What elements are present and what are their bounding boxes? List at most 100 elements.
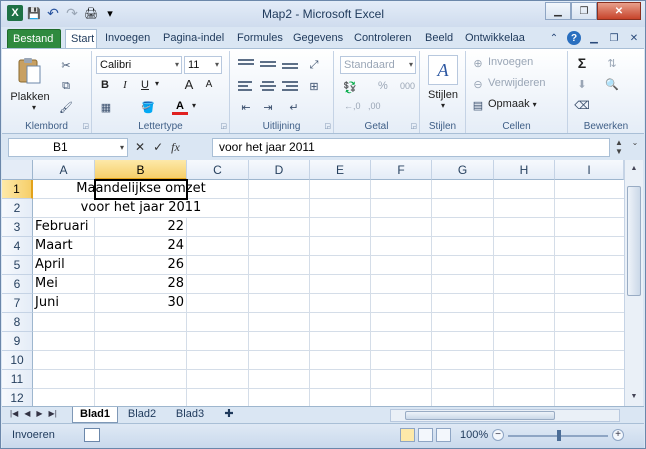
next-sheet-icon[interactable]: ▶ <box>36 409 42 418</box>
sheet-tab-blad3[interactable]: Blad3 <box>168 407 212 423</box>
cell-a6[interactable]: Mei <box>33 275 94 293</box>
cell-b3[interactable]: 22 <box>95 218 186 236</box>
currency-icon[interactable]: 💱 <box>342 79 358 95</box>
fill-icon[interactable]: ⬇ <box>574 76 590 92</box>
close-button[interactable]: ✕ <box>597 2 641 20</box>
column-header-a[interactable]: A <box>33 160 95 180</box>
cell-a4[interactable]: Maart <box>33 237 94 255</box>
font-color-dropdown-icon[interactable]: ▾ <box>190 101 198 110</box>
confirm-entry-icon[interactable]: ✓ <box>153 140 163 155</box>
column-header-f[interactable]: F <box>371 160 432 180</box>
clear-icon[interactable]: ⌫ <box>574 97 590 113</box>
decrease-indent-icon[interactable]: ⇤ <box>238 99 254 115</box>
horizontal-scrollbar[interactable] <box>390 409 620 422</box>
column-header-h[interactable]: H <box>494 160 555 180</box>
restore-button[interactable]: ❐ <box>571 2 597 20</box>
insert-sheet-icon[interactable]: ✚ <box>216 407 242 423</box>
help-icon[interactable]: ? <box>567 31 581 45</box>
minimize-ribbon-icon[interactable]: ⌃ <box>547 31 561 45</box>
row-header-5[interactable]: 5 <box>2 256 33 275</box>
row-header-7[interactable]: 7 <box>2 294 33 313</box>
tab-pagina-indeling[interactable]: Pagina-indel <box>158 29 229 49</box>
merge-center-icon[interactable]: ⊞ <box>306 78 322 94</box>
vertical-scroll-thumb[interactable] <box>627 186 641 296</box>
insert-function-icon[interactable]: fx <box>171 140 180 155</box>
zoom-slider-handle[interactable] <box>557 430 561 441</box>
prev-sheet-icon[interactable]: ◀ <box>24 409 30 418</box>
orientation-icon[interactable]: ⤢ <box>306 57 322 73</box>
doc-close-icon[interactable]: ✕ <box>627 31 641 45</box>
align-bottom-icon[interactable] <box>282 61 298 75</box>
sort-filter-icon[interactable]: ⇅ <box>604 55 620 71</box>
page-layout-view-icon[interactable] <box>418 428 433 442</box>
cell-a7[interactable]: Juni <box>33 294 94 312</box>
normal-view-icon[interactable] <box>400 428 415 442</box>
row-header-11[interactable]: 11 <box>2 370 33 389</box>
scroll-down-icon[interactable]: ▼ <box>627 390 641 404</box>
macro-record-icon[interactable] <box>84 428 100 442</box>
underline-dropdown-icon[interactable]: ▾ <box>152 79 162 88</box>
cut-icon[interactable]: ✂ <box>58 57 74 73</box>
row-header-10[interactable]: 10 <box>2 351 33 370</box>
tab-beeld[interactable]: Beeld <box>420 29 458 49</box>
column-header-g[interactable]: G <box>432 160 494 180</box>
styles-icon[interactable]: A <box>428 55 458 85</box>
fill-color-icon[interactable]: 🪣 <box>140 99 156 115</box>
underline-button[interactable]: U <box>138 79 152 91</box>
sheet-tab-blad1[interactable]: Blad1 <box>72 407 118 423</box>
alignment-launcher-icon[interactable]: ◲ <box>324 122 331 130</box>
column-header-d[interactable]: D <box>249 160 310 180</box>
cell-b4[interactable]: 24 <box>95 237 186 255</box>
insert-cells-button[interactable]: Invoegen <box>488 56 533 68</box>
column-header-c[interactable]: C <box>187 160 249 180</box>
increase-indent-icon[interactable]: ⇥ <box>260 99 276 115</box>
zoom-out-icon[interactable]: − <box>492 429 504 441</box>
zoom-in-icon[interactable]: + <box>612 429 624 441</box>
cell-a3[interactable]: Februari <box>33 218 94 236</box>
align-middle-icon[interactable] <box>260 59 276 73</box>
cell-b6[interactable]: 28 <box>95 275 186 293</box>
worksheet-grid[interactable]: A B C D E F G H I 1 2 3 4 5 6 7 8 9 10 1… <box>2 160 624 406</box>
styles-button[interactable]: Stijlen <box>422 89 464 101</box>
shrink-font-button[interactable]: A <box>202 79 216 90</box>
font-launcher-icon[interactable]: ◲ <box>220 122 227 130</box>
row-header-6[interactable]: 6 <box>2 275 33 294</box>
bold-button[interactable]: B <box>98 79 112 91</box>
row-header-12[interactable]: 12 <box>2 389 33 406</box>
scroll-up-icon[interactable]: ▲ <box>627 162 641 176</box>
cell-b5[interactable]: 26 <box>95 256 186 274</box>
copy-icon[interactable]: ⧉ <box>58 78 74 94</box>
column-header-e[interactable]: E <box>310 160 371 180</box>
paste-dropdown-icon[interactable]: ▾ <box>30 103 38 112</box>
cell-b7[interactable]: 30 <box>95 294 186 312</box>
page-break-view-icon[interactable] <box>436 428 451 442</box>
zoom-level[interactable]: 100% <box>460 429 488 441</box>
first-sheet-icon[interactable]: |◀ <box>10 409 18 418</box>
align-right-icon[interactable] <box>282 79 298 93</box>
formula-bar-collapse-icon[interactable]: ⌄ <box>628 138 642 157</box>
font-name-combo[interactable]: Calibri ▾ <box>96 56 182 74</box>
find-select-icon[interactable]: 🔍 <box>604 76 620 92</box>
sheet-tab-blad2[interactable]: Blad2 <box>120 407 164 423</box>
tab-controleren[interactable]: Controleren <box>349 29 416 49</box>
delete-cells-icon[interactable]: ⊖ <box>470 76 486 92</box>
increase-decimal-icon[interactable]: ←,0 <box>344 101 361 111</box>
align-center-icon[interactable] <box>260 79 276 93</box>
format-cells-icon[interactable]: ▤ <box>470 97 486 113</box>
row-header-3[interactable]: 3 <box>2 218 33 237</box>
insert-cells-icon[interactable]: ⊕ <box>470 55 486 71</box>
format-cells-button[interactable]: Opmaak ▾ <box>488 98 537 110</box>
column-header-b[interactable]: B <box>95 160 187 180</box>
row-header-8[interactable]: 8 <box>2 313 33 332</box>
tab-gegevens[interactable]: Gegevens <box>288 29 348 49</box>
tab-ontwikkelaars[interactable]: Ontwikkelaa <box>460 29 530 49</box>
number-launcher-icon[interactable]: ◲ <box>410 122 417 130</box>
last-sheet-icon[interactable]: ▶| <box>49 409 57 418</box>
expand-formula-bar-icon[interactable]: ▲ ▼ <box>612 138 626 157</box>
align-left-icon[interactable] <box>238 79 254 93</box>
minimize-button[interactable]: ▁ <box>545 2 571 20</box>
percent-button[interactable]: % <box>378 80 388 92</box>
paste-icon[interactable] <box>14 55 44 87</box>
font-color-button[interactable]: A <box>172 99 188 115</box>
borders-icon[interactable]: ▦ <box>98 99 114 115</box>
